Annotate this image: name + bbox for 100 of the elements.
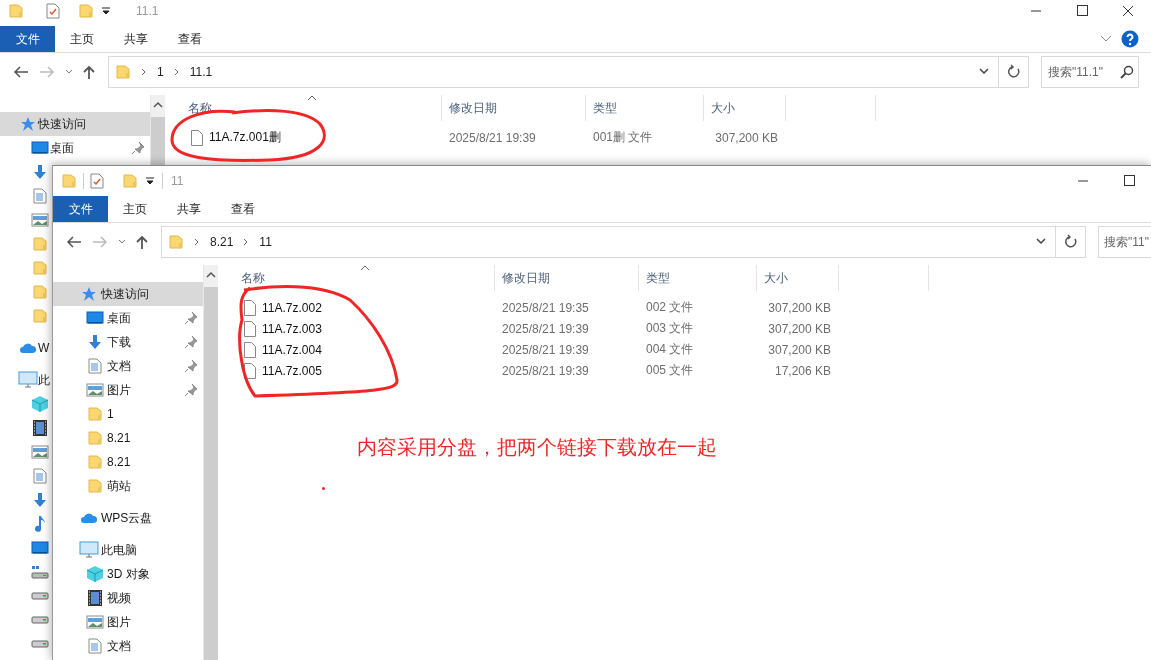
breadcrumb-item[interactable]: 11 [259, 235, 272, 249]
file-icon [244, 341, 256, 358]
music-note-icon [33, 515, 47, 533]
address-bar[interactable]: 8.21 11 [161, 226, 1056, 258]
sidebar-item[interactable]: 图片 [53, 378, 203, 402]
network-drive-icon [31, 565, 49, 579]
sidebar-item[interactable]: 快速访问 [53, 282, 203, 306]
monitor-icon [79, 541, 99, 559]
scroll-up-icon[interactable] [206, 271, 216, 279]
sidebar-item[interactable]: 此 [0, 368, 50, 392]
sidebar-item[interactable]: 下载 [53, 330, 203, 354]
sidebar-item[interactable]: 8.21 [53, 450, 203, 474]
chevron-down-icon[interactable] [117, 238, 127, 246]
table-cell-text: 2025/8/21 19:39 [501, 363, 590, 378]
address-bar[interactable]: 1 11.1 [108, 56, 999, 88]
breadcrumb-item[interactable]: 1 [157, 65, 164, 79]
sidebar-item[interactable]: 此电脑 [53, 538, 203, 562]
file-icon [191, 129, 203, 146]
file-row[interactable]: 11A.7z.004 [218, 341, 495, 358]
sidebar-item[interactable]: 快速访问 [0, 112, 150, 136]
up-arrow-icon[interactable] [135, 234, 149, 250]
folder-icon [8, 3, 24, 19]
forward-arrow-icon[interactable] [91, 235, 109, 249]
up-arrow-icon[interactable] [82, 64, 96, 80]
sidebar-item[interactable]: 桌面 [53, 306, 203, 330]
search-field[interactable]: 搜索"11" [1098, 226, 1151, 258]
file-row[interactable]: 11A.7z.001删 [165, 129, 442, 146]
help-icon[interactable] [1121, 30, 1139, 48]
ribbon-tab[interactable]: 主页 [55, 26, 109, 52]
sidebar-item[interactable]: 文档 [53, 634, 203, 658]
file-row[interactable]: 11A.7z.002 [218, 299, 495, 316]
ribbon-tab[interactable]: 共享 [109, 26, 163, 52]
down-arrow-icon [32, 492, 48, 508]
folder-icon [87, 454, 103, 470]
sidebar-item[interactable]: 桌面 [0, 136, 150, 160]
desktop-icon [86, 310, 104, 326]
checklist-icon[interactable] [46, 3, 60, 19]
refresh-icon[interactable] [1005, 64, 1022, 80]
folder-icon [32, 236, 48, 252]
chevron-down-icon[interactable] [64, 68, 74, 76]
back-arrow-icon[interactable] [65, 235, 83, 249]
document-icon [33, 468, 47, 484]
ribbon-tab[interactable]: 查看 [163, 26, 217, 52]
ribbon-tab[interactable]: 主页 [108, 196, 162, 222]
file-menu-tab[interactable]: 文件 [53, 196, 108, 222]
search-field[interactable]: 搜索"11.1" [1041, 56, 1139, 88]
column-header[interactable]: 名称 [218, 265, 495, 291]
sidebar-item[interactable]: 3D 对象 [53, 562, 203, 586]
document-icon [88, 358, 102, 374]
search-icon [1120, 65, 1134, 79]
table-cell-text: 005 文件 [645, 362, 695, 379]
column-header[interactable]: 修改日期 [442, 95, 586, 121]
search-placeholder: 搜索"11" [1104, 233, 1149, 251]
scroll-up-icon[interactable] [153, 101, 163, 109]
table-cell-text: 003 文件 [645, 320, 695, 337]
dropdown-icon[interactable] [100, 5, 112, 17]
picture-icon [86, 383, 104, 397]
chevron-down-icon[interactable] [978, 68, 990, 76]
sidebar-item[interactable]: 文档 [53, 354, 203, 378]
sidebar-item[interactable]: W [0, 336, 50, 360]
ribbon-tab[interactable]: 共享 [162, 196, 216, 222]
forward-arrow-icon[interactable] [38, 65, 56, 79]
sidebar-item[interactable]: WPS云盘 [53, 506, 203, 530]
drive-icon [31, 639, 49, 649]
chevron-down-icon[interactable] [1035, 238, 1047, 246]
back-arrow-icon[interactable] [12, 65, 30, 79]
sidebar-item[interactable]: 萌站 [53, 474, 203, 498]
scrollbar[interactable] [203, 265, 218, 660]
table-cell-text: 002 文件 [645, 299, 695, 316]
sidebar-item[interactable]: 图片 [53, 610, 203, 634]
down-arrow-icon [32, 164, 48, 180]
sidebar-item[interactable]: 8.21 [53, 426, 203, 450]
dropdown-icon[interactable] [144, 175, 156, 187]
refresh-icon[interactable] [1062, 234, 1079, 250]
file-icon [244, 299, 256, 316]
file-menu-tab[interactable]: 文件 [0, 26, 55, 52]
sidebar-item[interactable]: 视频 [53, 586, 203, 610]
column-header[interactable]: 大小 [704, 95, 786, 121]
folder-icon [32, 308, 48, 324]
document-icon [33, 188, 47, 204]
annotation-text: 内容采用分盘，把两个链接下载放在一起 [357, 435, 717, 460]
cube-icon [86, 565, 104, 583]
file-row[interactable]: 11A.7z.005 [218, 362, 495, 379]
checklist-icon[interactable] [90, 173, 104, 189]
sidebar-item[interactable]: 1 [53, 402, 203, 426]
column-header[interactable]: 类型 [639, 265, 757, 291]
chevron-right-icon [193, 237, 201, 247]
folder-icon [87, 478, 103, 494]
folder-icon [168, 234, 184, 250]
table-cell-text: 307,200 KB [767, 342, 832, 357]
folder-icon [32, 284, 48, 300]
sort-caret-icon [307, 95, 317, 101]
column-header[interactable]: 大小 [757, 265, 839, 291]
column-header[interactable]: 修改日期 [495, 265, 639, 291]
breadcrumb-item[interactable]: 11.1 [189, 65, 213, 79]
ribbon-tab[interactable]: 查看 [216, 196, 270, 222]
breadcrumb-item[interactable]: 8.21 [210, 235, 234, 249]
column-header[interactable]: 类型 [586, 95, 704, 121]
file-row[interactable]: 11A.7z.003 [218, 320, 495, 337]
folder-icon [115, 64, 131, 80]
